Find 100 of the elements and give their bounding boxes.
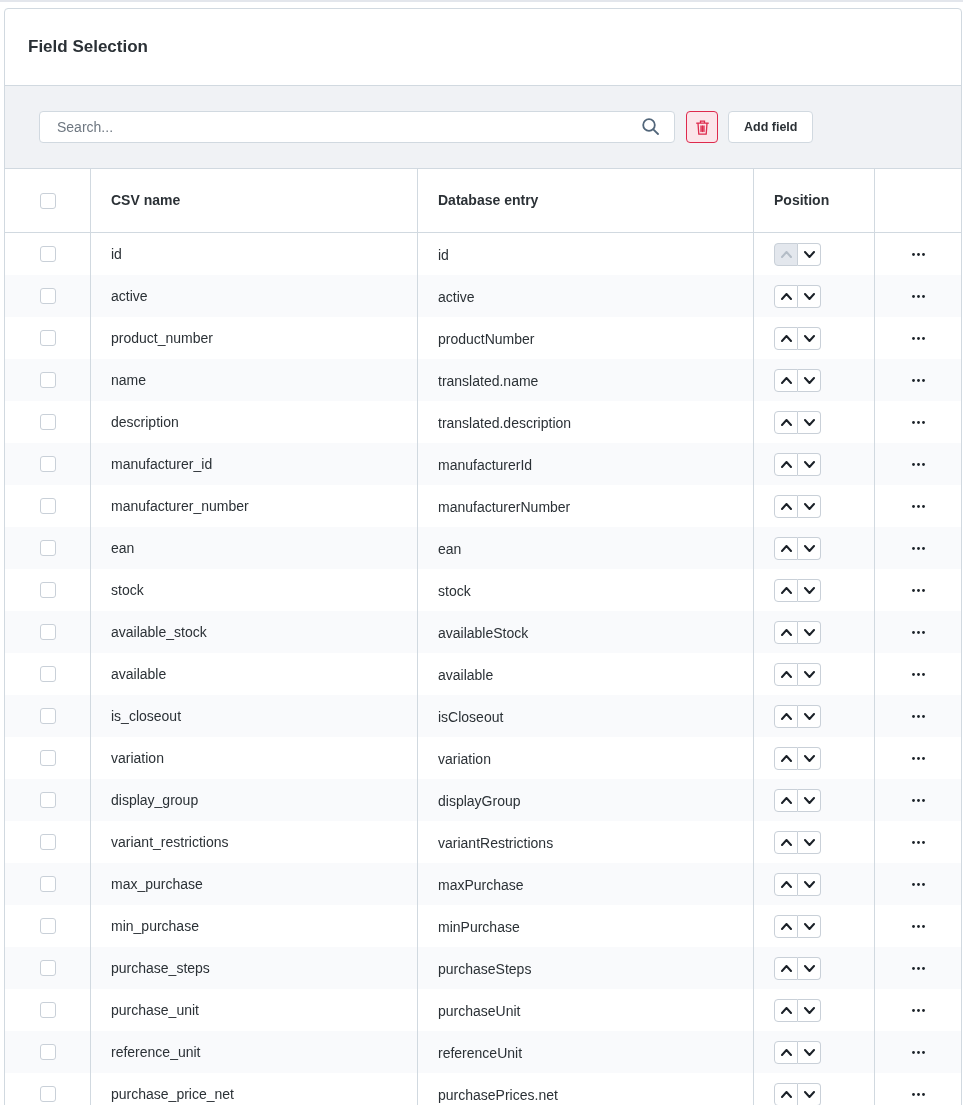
more-options-button[interactable] [911,756,925,760]
row-checkbox[interactable] [39,624,56,640]
chevron-up-icon [780,712,792,720]
move-down-button[interactable] [798,746,821,770]
row-checkbox[interactable] [39,750,56,766]
move-down-button[interactable] [798,1082,821,1105]
more-options-button[interactable] [911,546,925,550]
row-checkbox[interactable] [39,876,56,892]
more-options-button[interactable] [911,504,925,508]
more-options-button[interactable] [911,294,925,298]
move-up-button[interactable] [774,578,798,602]
delete-button[interactable] [686,111,718,143]
row-checkbox[interactable] [39,1044,56,1060]
move-down-button[interactable] [798,788,821,812]
move-down-button[interactable] [798,956,821,980]
more-options-button[interactable] [911,462,925,466]
move-down-button[interactable] [798,872,821,896]
more-options-button[interactable] [911,420,925,424]
row-checkbox[interactable] [39,288,56,304]
move-down-button[interactable] [798,620,821,644]
row-checkbox[interactable] [39,960,56,976]
add-field-button[interactable]: Add field [728,111,814,143]
more-options-button[interactable] [911,1092,925,1096]
move-down-button[interactable] [798,368,821,392]
chevron-up-icon [780,796,792,804]
more-options-button[interactable] [911,336,925,340]
more-options-button[interactable] [911,252,925,256]
move-up-button[interactable] [774,746,798,770]
move-down-button[interactable] [798,326,821,350]
move-up-button[interactable] [774,494,798,518]
more-options-button[interactable] [911,1050,925,1054]
row-checkbox[interactable] [39,834,56,850]
move-down-button[interactable] [798,578,821,602]
row-checkbox[interactable] [39,414,56,430]
database-entry-text: availableStock [438,623,529,643]
more-options-button[interactable] [911,672,925,676]
search-field[interactable]: Search... [39,111,675,143]
more-options-button[interactable] [911,714,925,718]
move-up-button[interactable] [774,998,798,1022]
move-down-button[interactable] [798,662,821,686]
move-down-button[interactable] [798,1040,821,1064]
move-up-button[interactable] [774,1040,798,1064]
more-options-button[interactable] [911,378,925,382]
move-up-button[interactable] [774,662,798,686]
move-up-button[interactable] [774,872,798,896]
row-checkbox[interactable] [39,918,56,934]
chevron-down-icon [803,754,815,762]
move-down-button[interactable] [798,704,821,728]
row-checkbox[interactable] [39,1086,56,1102]
move-up-button[interactable] [774,956,798,980]
column-header: Position [774,191,830,210]
move-up-button[interactable] [774,452,798,476]
row-checkbox[interactable] [39,330,56,346]
move-down-button[interactable] [798,242,821,266]
row-checkbox[interactable] [39,582,56,598]
ellipsis-icon [911,588,925,592]
more-options-button[interactable] [911,588,925,592]
database-entry-text: purchasePrices.net [438,1085,558,1105]
database-entry-text: purchaseSteps [438,959,532,979]
move-down-button[interactable] [798,410,821,434]
row-checkbox[interactable] [39,372,56,388]
row-checkbox[interactable] [39,456,56,472]
csv-name-text: purchase_unit [111,1000,199,1020]
more-options-button[interactable] [911,882,925,886]
ellipsis-icon [911,798,925,802]
move-up-button[interactable] [774,410,798,434]
move-down-button[interactable] [798,284,821,308]
select-all-checkbox[interactable] [39,192,56,209]
more-options-button[interactable] [911,630,925,634]
move-down-button[interactable] [798,452,821,476]
move-up-button[interactable] [774,914,798,938]
move-up-button[interactable] [774,1082,798,1105]
more-options-button[interactable] [911,1008,925,1012]
move-down-button[interactable] [798,998,821,1022]
row-checkbox[interactable] [39,246,56,262]
row-checkbox[interactable] [39,498,56,514]
move-up-button[interactable] [774,326,798,350]
chevron-up-icon [780,1090,792,1098]
move-down-button[interactable] [798,914,821,938]
row-checkbox[interactable] [39,540,56,556]
move-up-button[interactable] [774,830,798,854]
move-up-button[interactable] [774,536,798,560]
move-down-button[interactable] [798,494,821,518]
move-down-button[interactable] [798,830,821,854]
chevron-down-icon [803,712,815,720]
move-up-button[interactable] [774,620,798,644]
more-options-button[interactable] [911,966,925,970]
row-checkbox[interactable] [39,792,56,808]
row-checkbox[interactable] [39,1002,56,1018]
more-options-button[interactable] [911,798,925,802]
chevron-up-icon [780,628,792,636]
move-up-button[interactable] [774,704,798,728]
row-checkbox[interactable] [39,708,56,724]
more-options-button[interactable] [911,840,925,844]
move-up-button[interactable] [774,284,798,308]
move-up-button[interactable] [774,788,798,812]
more-options-button[interactable] [911,924,925,928]
row-checkbox[interactable] [39,666,56,682]
move-down-button[interactable] [798,536,821,560]
move-up-button[interactable] [774,368,798,392]
